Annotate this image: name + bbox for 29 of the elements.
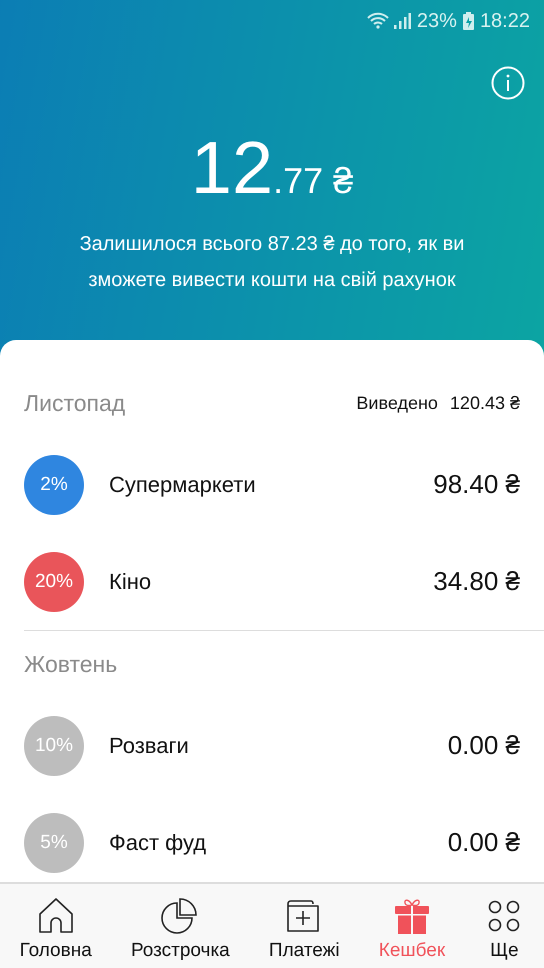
balance-note: Залишилося всього 87.23 ₴ до того, як ви зможете вивести кошти на свій рахунок bbox=[78, 232, 466, 293]
tab[interactable]: Платежі bbox=[268, 884, 340, 968]
info-icon[interactable] bbox=[491, 66, 525, 100]
tab[interactable]: Ще bbox=[484, 884, 524, 968]
month-title: Листопад bbox=[24, 390, 126, 416]
withdrawn-label: Виведено bbox=[356, 392, 438, 414]
cashback-amount: 98.40 ₴ bbox=[433, 469, 520, 500]
month-title: Жовтень bbox=[24, 650, 118, 678]
cashback-amount: 34.80 ₴ bbox=[433, 566, 520, 597]
percent-badge: 5% bbox=[24, 812, 84, 872]
tab[interactable]: Головна bbox=[20, 884, 92, 968]
signal-icon bbox=[392, 13, 411, 29]
withdrawn-amount: 120.43 ₴ bbox=[450, 392, 520, 414]
percent-badge: 20% bbox=[24, 552, 84, 612]
category-name[interactable]: Розваги bbox=[109, 732, 448, 758]
percent-badge: 10% bbox=[24, 716, 84, 776]
cashback-amount: 0.00 ₴ bbox=[448, 827, 520, 858]
category-name[interactable]: Супермаркети bbox=[109, 472, 434, 498]
wifi-icon bbox=[366, 12, 389, 30]
tab[interactable]: Розстрочка bbox=[130, 884, 230, 968]
battery-percent: 23% bbox=[416, 10, 457, 32]
category-name[interactable]: Кіно bbox=[109, 568, 434, 594]
clock: 18:22 bbox=[480, 10, 530, 32]
battery-icon bbox=[462, 12, 474, 30]
balance-fraction: .77 ₴ bbox=[273, 160, 354, 202]
category-name[interactable]: Фаст фуд bbox=[109, 830, 448, 856]
balance-amount: 12 bbox=[190, 128, 274, 208]
percent-badge: 2% bbox=[24, 454, 84, 514]
cashback-amount: 0.00 ₴ bbox=[448, 730, 520, 761]
